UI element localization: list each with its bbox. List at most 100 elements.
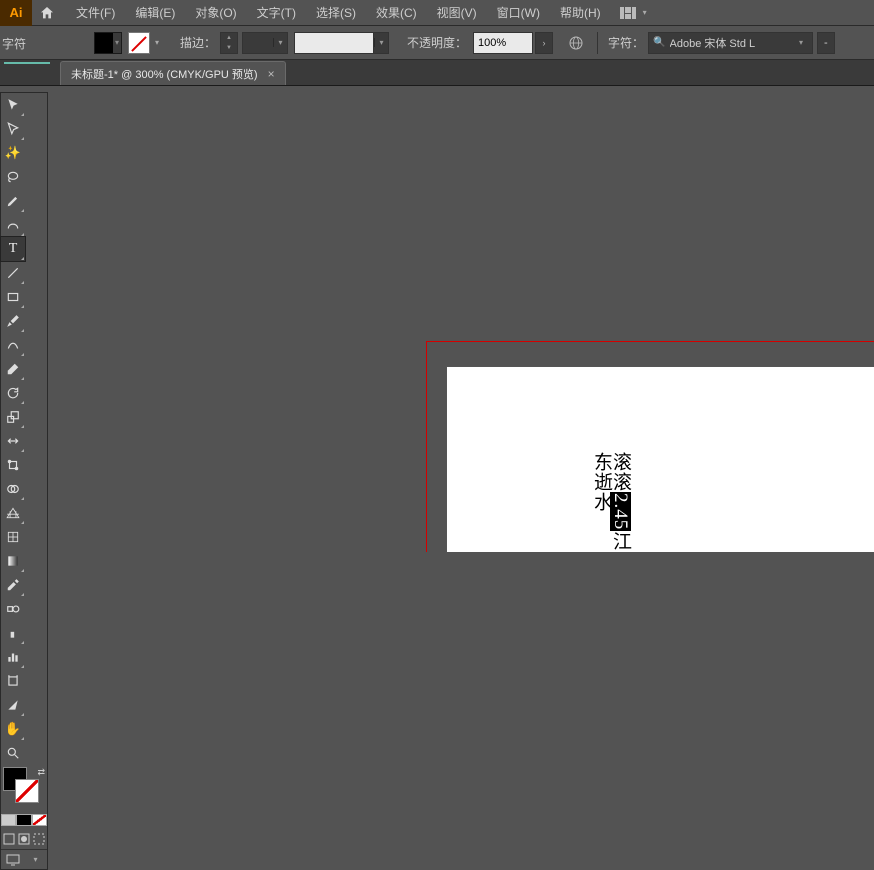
- app-logo: Ai: [0, 0, 32, 26]
- document-tab[interactable]: 未标题-1* @ 300% (CMYK/GPU 预览) ×: [60, 61, 286, 85]
- rotate-tool[interactable]: [1, 381, 25, 405]
- control-bar: ▾ ▾ 描边： ▲ ▼ ▾ ▾ 不透明度： 100% › 字符： 🔍 Adobe…: [0, 26, 874, 60]
- artboard: [446, 366, 874, 552]
- main-menu: 文件(F) 编辑(E) 对象(O) 文字(T) 选择(S) 效果(C) 视图(V…: [66, 0, 611, 26]
- artboard-tool[interactable]: [1, 669, 25, 693]
- color-mode-row: [1, 811, 47, 829]
- chevron-right-icon: ›: [543, 38, 546, 48]
- gradient-tool[interactable]: [1, 549, 25, 573]
- draw-normal[interactable]: [1, 829, 16, 849]
- annotation-arrow: [538, 546, 578, 552]
- fill-swatch[interactable]: ▾: [94, 32, 122, 54]
- chevron-down-icon: ▼: [221, 43, 237, 53]
- vertical-text-object[interactable]: 滚滚2.45江东逝水: [592, 452, 630, 552]
- close-icon[interactable]: ×: [268, 67, 275, 81]
- color-mode-gradient[interactable]: [16, 814, 31, 826]
- brush-dropdown[interactable]: ▾: [374, 32, 389, 54]
- fill-color-icon: [95, 33, 113, 53]
- shaper-tool[interactable]: [1, 333, 25, 357]
- chevron-down-icon: ▾: [374, 38, 388, 47]
- menu-select[interactable]: 选择(S): [306, 0, 366, 26]
- rectangle-tool[interactable]: [1, 285, 25, 309]
- workspace-icon: [620, 7, 636, 19]
- menu-view[interactable]: 视图(V): [427, 0, 487, 26]
- hand-tool[interactable]: ✋: [1, 717, 25, 741]
- chevron-down-icon: ▾: [273, 38, 287, 47]
- paintbrush-tool[interactable]: [1, 309, 25, 333]
- curvature-tool[interactable]: [1, 213, 25, 237]
- blend-tool[interactable]: [1, 597, 25, 621]
- direct-selection-tool[interactable]: [1, 117, 25, 141]
- font-style-combo[interactable]: -: [817, 32, 835, 54]
- color-mode-solid[interactable]: [1, 814, 16, 826]
- stroke-label: 描边：: [180, 34, 216, 51]
- stroke-weight-combo[interactable]: ▾: [242, 32, 288, 54]
- symbol-sprayer-tool[interactable]: [1, 621, 25, 645]
- screen-mode-row: ▾: [1, 849, 47, 869]
- fill-dropdown-icon: ▾: [113, 33, 121, 53]
- screenmode-toggle[interactable]: [1, 850, 24, 869]
- globe-icon: [568, 35, 584, 51]
- slice-tool[interactable]: [1, 693, 25, 717]
- font-style-value: -: [818, 37, 834, 49]
- mesh-tool[interactable]: [1, 525, 25, 549]
- text-selection: 2.45: [610, 492, 631, 531]
- brush-definition[interactable]: [294, 32, 374, 54]
- lasso-tool[interactable]: [1, 165, 25, 189]
- scale-tool[interactable]: [1, 405, 25, 429]
- eyedropper-tool[interactable]: [1, 573, 25, 597]
- workspace-switcher[interactable]: [617, 2, 639, 24]
- stroke-weight-stepper[interactable]: ▲ ▼: [220, 32, 238, 54]
- free-transform-tool[interactable]: [1, 453, 25, 477]
- font-family-combo[interactable]: 🔍 Adobe 宋体 Std L ▾: [648, 32, 813, 54]
- chevron-down-icon: ▾: [794, 38, 808, 47]
- tools-panel: ✨ T ✋ ⇄ ▾: [0, 92, 48, 870]
- menu-edit[interactable]: 编辑(E): [125, 0, 185, 26]
- workspace-arrow-icon[interactable]: ▾: [643, 8, 653, 18]
- separator: [597, 32, 598, 54]
- width-tool[interactable]: [1, 429, 25, 453]
- chevron-up-icon: ▲: [221, 33, 237, 43]
- type-tool[interactable]: T: [1, 237, 25, 261]
- search-icon: 🔍: [653, 37, 665, 48]
- home-icon: [39, 5, 55, 21]
- menu-file[interactable]: 文件(F): [66, 0, 125, 26]
- draw-inside[interactable]: [32, 829, 47, 849]
- swap-fill-stroke-icon[interactable]: ⇄: [37, 767, 45, 778]
- opacity-flyout[interactable]: ›: [535, 32, 553, 54]
- style-button[interactable]: [565, 32, 587, 54]
- menu-object[interactable]: 对象(O): [185, 0, 246, 26]
- menu-effect[interactable]: 效果(C): [366, 0, 427, 26]
- screenmode-arrow[interactable]: ▾: [24, 850, 47, 869]
- draw-behind[interactable]: [16, 829, 31, 849]
- fill-stroke-swatches[interactable]: ⇄: [1, 765, 47, 811]
- line-segment-tool[interactable]: [1, 261, 25, 285]
- character-label: 字符：: [608, 34, 644, 51]
- document-tab-title: 未标题-1* @ 300% (CMYK/GPU 预览): [71, 66, 258, 82]
- menu-bar: Ai 文件(F) 编辑(E) 对象(O) 文字(T) 选择(S) 效果(C) 视…: [0, 0, 874, 26]
- stroke-dropdown-icon[interactable]: ▾: [152, 32, 162, 54]
- pen-tool[interactable]: [1, 189, 25, 213]
- stroke-color-swatch[interactable]: [15, 779, 39, 803]
- canvas[interactable]: 滚滚2.45江东逝水: [58, 86, 874, 552]
- menu-help[interactable]: 帮助(H): [550, 0, 611, 26]
- panel-dock-indicator: [4, 62, 50, 68]
- text-before: 滚滚: [610, 452, 631, 492]
- opacity-label: 不透明度：: [407, 34, 467, 51]
- menu-window[interactable]: 窗口(W): [487, 0, 550, 26]
- document-tab-bar: 未标题-1* @ 300% (CMYK/GPU 预览) ×: [0, 60, 874, 86]
- font-family-value: Adobe 宋体 Std L: [670, 35, 795, 51]
- magic-wand-tool[interactable]: ✨: [1, 141, 25, 165]
- color-mode-none[interactable]: [32, 814, 47, 826]
- menu-type[interactable]: 文字(T): [247, 0, 306, 26]
- home-button[interactable]: [32, 0, 62, 26]
- shape-builder-tool[interactable]: [1, 477, 25, 501]
- perspective-grid-tool[interactable]: [1, 501, 25, 525]
- stroke-swatch[interactable]: [128, 32, 150, 54]
- eraser-tool[interactable]: [1, 357, 25, 381]
- column-graph-tool[interactable]: [1, 645, 25, 669]
- selection-tool[interactable]: [1, 93, 25, 117]
- opacity-input[interactable]: 100%: [473, 32, 533, 54]
- zoom-tool[interactable]: [1, 741, 25, 765]
- panel-tab-character[interactable]: 字符: [0, 35, 80, 52]
